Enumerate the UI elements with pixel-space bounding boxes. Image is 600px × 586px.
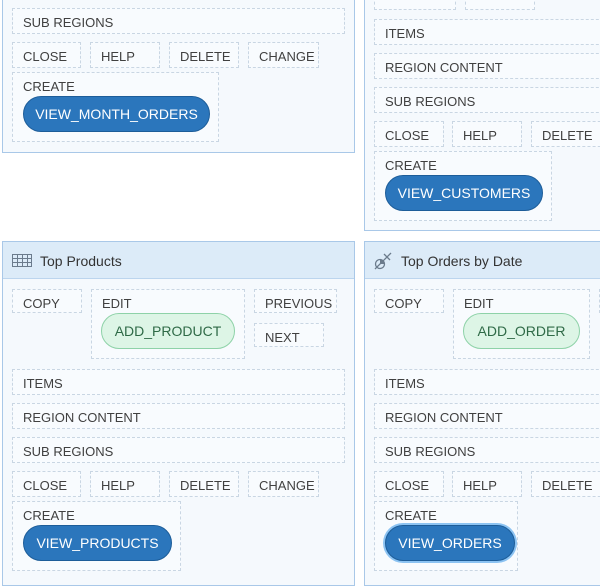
slot-label: DELETE — [542, 128, 593, 143]
close-slot[interactable]: CLOSE — [374, 471, 444, 497]
panel-title: Top Orders by Date — [401, 253, 523, 269]
slot-label: DELETE — [542, 478, 593, 493]
delete-slot[interactable]: DELETE — [169, 42, 239, 68]
create-slot[interactable]: CREATE VIEW_ORDERS — [374, 501, 518, 571]
region-content-slot[interactable]: REGION CONTENT — [374, 53, 600, 79]
slot-label: SUB REGIONS — [23, 444, 114, 459]
view-customers-button[interactable]: VIEW_CUSTOMERS — [385, 175, 543, 211]
slot-label: HELP — [101, 478, 135, 493]
region-content-slot[interactable]: REGION CONTENT — [12, 403, 345, 429]
region-panel-customers: ITEMS REGION CONTENT SUB REGIONS CLOSE H… — [364, 0, 600, 231]
slot-label: CLOSE — [385, 478, 430, 493]
slot-label: DELETE — [180, 49, 231, 64]
delete-slot[interactable]: DELETE — [531, 471, 600, 497]
slot-label: SUB REGIONS — [385, 94, 476, 109]
view-products-button[interactable]: VIEW_PRODUCTS — [23, 525, 172, 561]
slot-label: ITEMS — [385, 26, 425, 41]
region-panel-month-orders: SUB REGIONS CLOSE HELP DELETE CHANGE CRE… — [2, 0, 355, 153]
edit-slot[interactable]: EDIT ADD_ORDER — [453, 289, 590, 359]
slot-label: CLOSE — [23, 49, 68, 64]
region-panel-top-orders-by-date: Top Orders by Date COPY EDIT ADD_ORDER I… — [364, 241, 600, 586]
sub-regions-slot[interactable]: SUB REGIONS — [12, 8, 345, 34]
delete-slot[interactable]: DELETE — [169, 471, 239, 497]
slot-label: COPY — [23, 296, 60, 311]
slot-label: PREVIOUS — [265, 296, 333, 311]
slot-label: EDIT — [102, 296, 132, 311]
slot-label: REGION CONTENT — [385, 410, 503, 425]
next-slot[interactable] — [465, 0, 535, 10]
previous-slot[interactable]: PREVIOUS — [254, 289, 337, 313]
slot-label: SUB REGIONS — [385, 444, 476, 459]
add-order-button[interactable]: ADD_ORDER — [463, 313, 580, 349]
help-slot[interactable]: HELP — [452, 121, 522, 147]
items-slot[interactable]: ITEMS — [374, 19, 600, 45]
sub-regions-slot[interactable]: SUB REGIONS — [374, 87, 600, 113]
slot-label: SUB REGIONS — [23, 15, 114, 30]
items-slot[interactable]: ITEMS — [374, 369, 600, 395]
slot-label: EDIT — [464, 296, 494, 311]
region-content-slot[interactable]: REGION CONTENT — [374, 403, 600, 429]
table-icon — [12, 254, 32, 270]
chart-icon — [374, 252, 392, 273]
slot-label: CREATE — [23, 79, 75, 94]
help-slot[interactable]: HELP — [90, 42, 160, 68]
slot-label: ITEMS — [23, 376, 63, 391]
delete-slot[interactable]: DELETE — [531, 121, 600, 147]
slot-label: CREATE — [385, 158, 437, 173]
slot-label: COPY — [385, 296, 422, 311]
add-product-button[interactable]: ADD_PRODUCT — [101, 313, 235, 349]
slot-label: CLOSE — [23, 478, 68, 493]
help-slot[interactable]: HELP — [452, 471, 522, 497]
help-slot[interactable]: HELP — [90, 471, 160, 497]
slot-label: REGION CONTENT — [23, 410, 141, 425]
panel-header: Top Orders by Date — [365, 242, 600, 279]
slot-label: HELP — [463, 128, 497, 143]
slot-label: NEXT — [265, 330, 300, 345]
panel-header: Top Products — [3, 242, 354, 279]
sub-regions-slot[interactable]: SUB REGIONS — [374, 437, 600, 463]
close-slot[interactable]: CLOSE — [12, 42, 81, 68]
slot-label: CHANGE — [259, 49, 315, 64]
slot-label: HELP — [101, 49, 135, 64]
change-slot[interactable]: CHANGE — [248, 471, 319, 497]
slot-label: CLOSE — [385, 128, 430, 143]
view-orders-button[interactable]: VIEW_ORDERS — [385, 525, 515, 561]
previous-slot[interactable] — [374, 0, 456, 10]
items-slot[interactable]: ITEMS — [12, 369, 345, 395]
slot-label: CREATE — [385, 508, 437, 523]
slot-label: REGION CONTENT — [385, 60, 503, 75]
copy-slot[interactable]: COPY — [374, 289, 444, 313]
create-slot[interactable]: CREATE VIEW_PRODUCTS — [12, 501, 181, 571]
close-slot[interactable]: CLOSE — [12, 471, 81, 497]
slot-label: DELETE — [180, 478, 231, 493]
next-slot[interactable]: NEXT — [254, 323, 324, 347]
close-slot[interactable]: CLOSE — [374, 121, 444, 147]
edit-slot[interactable]: EDIT ADD_PRODUCT — [91, 289, 245, 359]
slot-label: HELP — [463, 478, 497, 493]
panel-title: Top Products — [40, 253, 122, 269]
create-slot[interactable]: CREATE VIEW_MONTH_ORDERS — [12, 72, 219, 142]
view-month-orders-button[interactable]: VIEW_MONTH_ORDERS — [23, 96, 210, 132]
sub-regions-slot[interactable]: SUB REGIONS — [12, 437, 345, 463]
change-slot[interactable]: CHANGE — [248, 42, 319, 68]
slot-label: CREATE — [23, 508, 75, 523]
slot-label: CHANGE — [259, 478, 315, 493]
region-panel-top-products: Top Products COPY EDIT ADD_PRODUCT PREVI… — [2, 241, 355, 586]
slot-label: ITEMS — [385, 376, 425, 391]
copy-slot[interactable]: COPY — [12, 289, 82, 313]
create-slot[interactable]: CREATE VIEW_CUSTOMERS — [374, 151, 552, 221]
